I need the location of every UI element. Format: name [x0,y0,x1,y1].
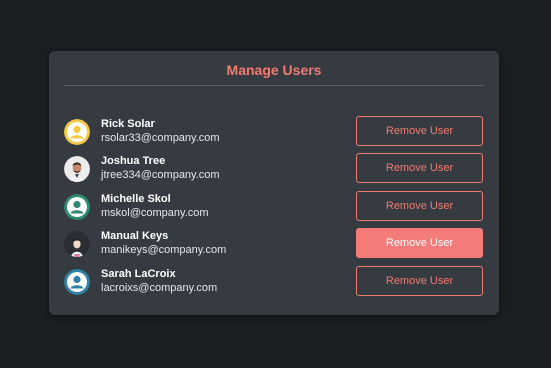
remove-user-button[interactable]: Remove User [356,116,483,146]
panel-title: Manage Users [226,62,322,78]
illustrated-avatar [64,231,90,257]
manage-users-panel: Manage Users Rick Solar rsolar33@company… [49,51,499,315]
user-avatar-icon [64,269,90,295]
user-name: Michelle Skol [101,193,171,205]
user-name: Sarah LaCroix [101,268,176,280]
user-email: manikeys@company.com [101,244,227,256]
user-email: lacroixs@company.com [101,282,218,294]
user-row: Rick Solar rsolar33@company.com Remove U… [49,116,499,150]
user-email: mskol@company.com [101,207,209,219]
user-row: Michelle Skol mskol@company.com Remove U… [49,191,499,225]
user-name: Joshua Tree [101,155,166,167]
user-avatar-icon [64,119,90,145]
user-email: jtree334@company.com [101,169,220,181]
user-name: Rick Solar [101,118,155,130]
user-avatar-icon [64,194,90,220]
remove-user-button[interactable]: Remove User [356,228,483,258]
remove-user-button[interactable]: Remove User [356,153,483,183]
user-email: rsolar33@company.com [101,132,220,144]
photo-avatar [64,156,90,182]
user-row: Joshua Tree jtree334@company.com Remove … [49,153,499,187]
title-divider [64,85,484,86]
user-row: Manual Keys manikeys@company.com Remove … [49,228,499,262]
user-row: Sarah LaCroix lacroixs@company.com Remov… [49,266,499,300]
remove-user-button[interactable]: Remove User [356,266,483,296]
remove-user-button[interactable]: Remove User [356,191,483,221]
user-name: Manual Keys [101,230,169,242]
